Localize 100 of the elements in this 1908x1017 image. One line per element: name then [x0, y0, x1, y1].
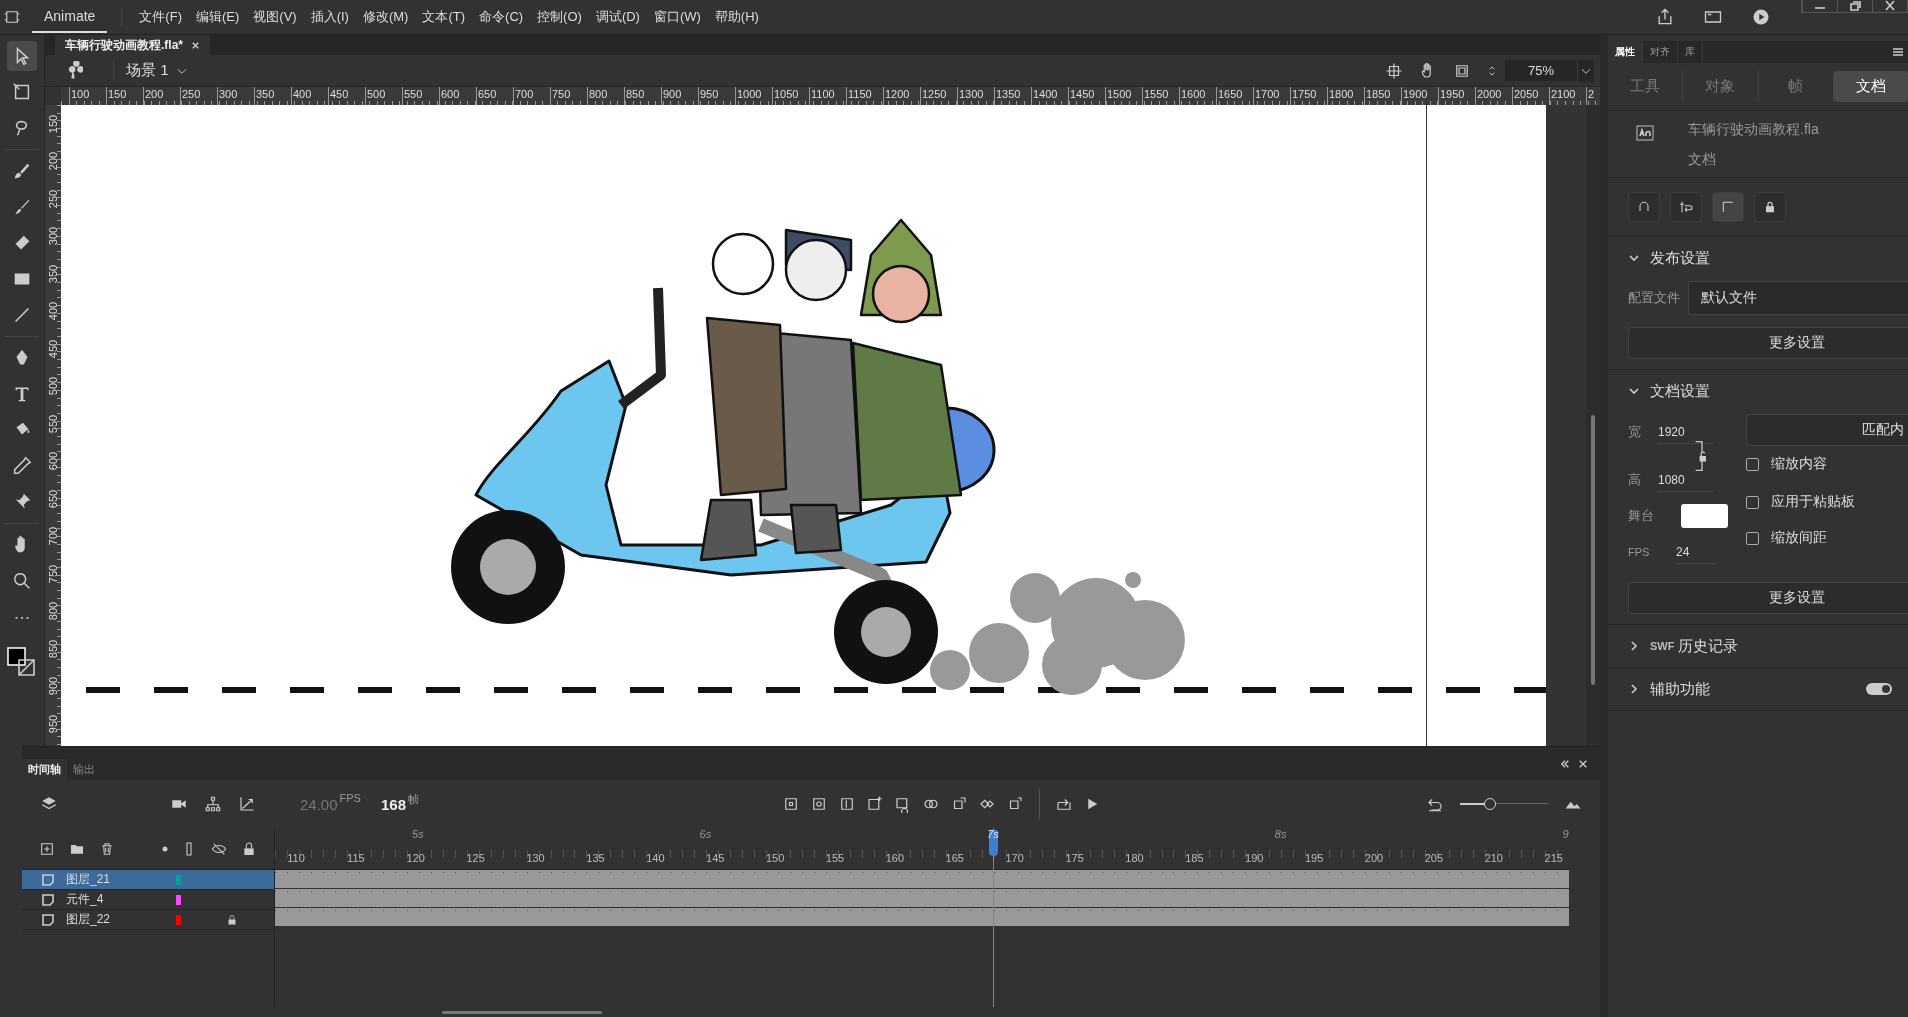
menu-item[interactable]: 文件(F) [132, 8, 189, 26]
lock-button[interactable] [1754, 192, 1786, 222]
color-swatches-icon[interactable] [7, 644, 37, 678]
frame-number: 140 [645, 852, 666, 864]
profile-field[interactable]: 默认文件 [1688, 281, 1908, 315]
more-settings-button[interactable]: 更多设置 [1628, 327, 1908, 359]
section-title[interactable]: 辅助功能 [1650, 679, 1710, 699]
workspace-grid-icon[interactable] [3, 8, 21, 26]
checkbox[interactable] [1746, 531, 1759, 545]
menu-icon[interactable] [1892, 46, 1904, 58]
ruler-label: 950 [47, 714, 59, 733]
frame-track[interactable] [275, 908, 1569, 926]
panel-tab[interactable]: 输出 [67, 759, 101, 780]
layer-color-swatch[interactable] [176, 894, 181, 905]
layer-row[interactable]: 图层_21 [22, 870, 274, 890]
field-label: 舞台 [1628, 507, 1655, 525]
lock-icon[interactable] [241, 840, 257, 857]
menu-item[interactable]: 控制(O) [530, 8, 589, 26]
menu-item[interactable]: 帮助(H) [707, 8, 766, 26]
zoom-slider[interactable] [1460, 798, 1548, 810]
chevron-down-icon[interactable] [1577, 59, 1594, 82]
chevron-icon[interactable] [1628, 385, 1640, 397]
seconds-label: 8s [1274, 828, 1288, 842]
menu-item[interactable]: 调试(D) [588, 8, 647, 26]
layer-name[interactable]: 元件_4 [66, 891, 176, 908]
checkbox[interactable] [1746, 457, 1759, 471]
ruler-label: 800 [47, 602, 59, 621]
checkbox[interactable] [1746, 495, 1759, 509]
menu-item[interactable]: 视图(V) [246, 8, 304, 26]
collapse-icon[interactable] [1560, 758, 1570, 769]
add-keyframe-icon[interactable] [866, 795, 884, 813]
hierarchy-icon[interactable] [204, 795, 222, 813]
checkbox-label[interactable]: 应用于粘贴板 [1771, 493, 1855, 511]
app-tab[interactable]: Animate [32, 1, 108, 33]
height-field[interactable]: 1080 [1658, 468, 1714, 492]
zoom-field[interactable]: 75% [1505, 60, 1577, 81]
ruler-label: 600 [47, 452, 59, 471]
panel-tab[interactable]: 对齐 [1643, 41, 1678, 63]
new-layer-icon[interactable] [39, 840, 55, 857]
layer-row[interactable]: 元件_4 [22, 890, 274, 910]
lock-icon[interactable] [226, 913, 238, 926]
layer-row[interactable]: 图层_22 [22, 910, 274, 930]
fps-field[interactable]: 24 [1676, 540, 1716, 564]
frame-number: 180 [1124, 852, 1145, 864]
checkbox-label[interactable]: 缩放间距 [1771, 529, 1827, 547]
menu-item[interactable]: 修改(M) [355, 8, 416, 26]
frame-track[interactable] [275, 889, 1569, 907]
frame-number: 150 [764, 852, 786, 864]
checkbox-label[interactable]: 缩放内容 [1771, 455, 1827, 473]
chevron-icon[interactable] [1628, 252, 1640, 264]
menu-item[interactable]: 编辑(E) [188, 8, 247, 26]
properties-tab[interactable]: 文档 [1833, 71, 1908, 102]
menu-item[interactable]: 命令(C) [472, 8, 531, 26]
keyframe-icon[interactable] [782, 795, 800, 813]
layer-icon [42, 893, 54, 906]
layer-name[interactable]: 图层_21 [66, 871, 176, 888]
scrollbar-thumb[interactable] [1591, 415, 1595, 685]
scrollbar-thumb[interactable] [442, 1010, 602, 1014]
seconds-label: 9 [1562, 828, 1570, 842]
menu-item[interactable]: 窗口(W) [646, 8, 708, 26]
width-field[interactable]: 1920 [1658, 420, 1714, 444]
layer-color-swatch[interactable] [176, 914, 181, 925]
magnet-button[interactable] [1628, 192, 1660, 222]
panel-tab[interactable]: 属性 [1608, 41, 1643, 63]
trash-icon[interactable] [99, 840, 115, 857]
guides-button[interactable] [1670, 192, 1702, 222]
scene-selector[interactable]: 场景 1 [113, 61, 169, 80]
graph-icon[interactable] [238, 795, 256, 813]
ruler-label: 300 [47, 227, 59, 246]
layer-color-swatch[interactable] [176, 874, 181, 885]
section-title[interactable]: 文档设置 [1650, 381, 1710, 401]
section-title-prefix[interactable]: SWF [1650, 640, 1675, 652]
current-frame[interactable]: 168 [380, 795, 406, 813]
frame-number: 190 [1244, 852, 1265, 864]
layer-name[interactable]: 图层_22 [66, 911, 176, 928]
slider-thumb[interactable] [1483, 798, 1496, 810]
guides-icon[interactable] [1678, 199, 1694, 215]
menu-item[interactable]: 插入(I) [303, 8, 356, 26]
ruler-label: 700 [47, 527, 59, 546]
menu-item[interactable]: 文本(T) [415, 8, 473, 26]
section-title[interactable]: 历史记录 [1678, 636, 1739, 656]
stage-color-swatch[interactable] [1681, 504, 1728, 528]
corner-icon[interactable] [1720, 199, 1736, 215]
play-icon[interactable] [1751, 7, 1771, 27]
frame-number: 110 [286, 852, 306, 864]
document-tab[interactable]: 车辆行驶动画教程.fla* [55, 35, 210, 55]
panel-tab[interactable]: 时间轴 [22, 759, 67, 780]
more-settings-button[interactable]: 更多设置 [1628, 582, 1908, 614]
chevron-icon[interactable] [1628, 640, 1640, 652]
panel-tab[interactable]: 库 [1678, 41, 1703, 63]
crosshair-icon[interactable] [1385, 61, 1403, 80]
section-title[interactable]: 发布设置 [1650, 248, 1710, 268]
ruler-label: 350 [47, 264, 59, 283]
toggle-switch[interactable] [1866, 683, 1892, 695]
chevron-icon[interactable] [1628, 683, 1640, 695]
frame-number: 175 [1064, 852, 1085, 864]
match-contents-button[interactable]: 匹配内 [1746, 414, 1908, 446]
frame-icon[interactable] [838, 795, 856, 813]
blank-keyframe-icon[interactable] [810, 795, 828, 813]
frame-number: 145 [705, 852, 726, 864]
